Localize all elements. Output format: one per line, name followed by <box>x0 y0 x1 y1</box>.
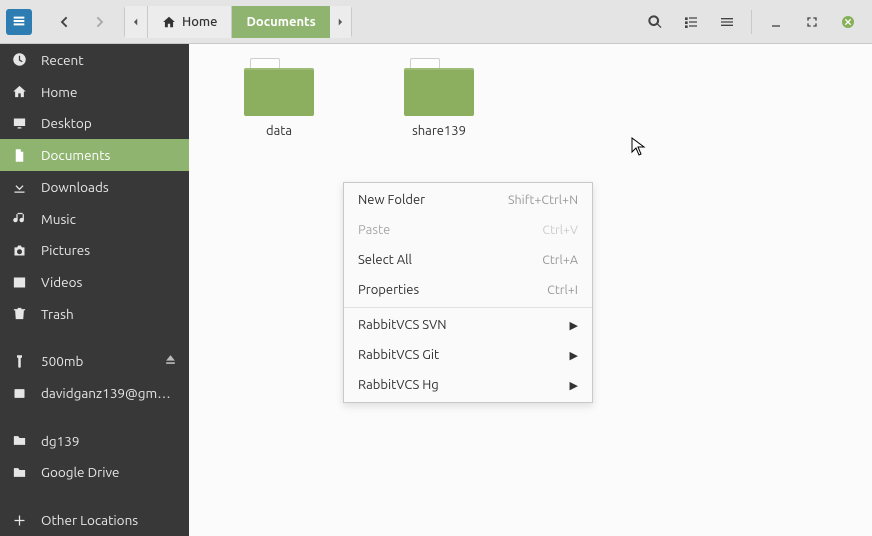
files-app-icon <box>6 9 32 35</box>
menu-rabbitvcs-git[interactable]: RabbitVCS Git ▶ <box>344 340 592 370</box>
sidebar-item-videos[interactable]: Videos <box>0 266 189 298</box>
music-icon <box>12 211 27 226</box>
trash-icon <box>12 306 27 321</box>
sidebar-item-documents[interactable]: Documents <box>0 139 189 171</box>
sidebar-item-label: dg139 <box>41 433 177 449</box>
sidebar-item-label: Home <box>41 84 177 100</box>
sidebar-item-desktop[interactable]: Desktop <box>0 107 189 139</box>
pathbar-home-label: Home <box>182 15 217 29</box>
sidebar-item-pictures[interactable]: Pictures <box>0 234 189 266</box>
sidebar-item-account[interactable]: davidganz139@gm… <box>0 377 189 409</box>
sidebar-item-label: davidganz139@gm… <box>41 385 177 401</box>
content-area[interactable]: data share139 New Folder Shift+Ctrl+N Pa… <box>189 44 872 536</box>
back-button[interactable] <box>46 6 82 38</box>
pathbar-home[interactable]: Home <box>148 6 232 38</box>
sidebar-item-label: Trash <box>41 306 177 322</box>
folder-icon <box>404 58 474 116</box>
forward-button[interactable] <box>82 6 118 38</box>
submenu-arrow-icon: ▶ <box>570 379 578 392</box>
close-button[interactable] <box>830 6 866 38</box>
account-icon <box>12 386 27 401</box>
pathbar-next[interactable] <box>330 6 352 38</box>
folder-icon <box>244 58 314 116</box>
menu-shortcut: Ctrl+V <box>542 223 578 237</box>
sidebar-item-label: Downloads <box>41 179 177 195</box>
menu-properties[interactable]: Properties Ctrl+I <box>344 275 592 305</box>
sidebar-item-label: Desktop <box>41 115 177 131</box>
clock-icon <box>12 52 27 67</box>
pathbar-current-label: Documents <box>246 15 315 29</box>
sidebar-item-label: 500mb <box>41 353 150 369</box>
toolbar: Home Documents <box>0 0 872 44</box>
home-icon <box>12 84 27 99</box>
menu-label: Properties <box>358 283 419 297</box>
menu-shortcut: Ctrl+I <box>547 283 578 297</box>
menu-rabbitvcs-svn[interactable]: RabbitVCS SVN ▶ <box>344 310 592 340</box>
folder-icon <box>12 465 27 480</box>
sidebar-item-dg[interactable]: dg139 <box>0 425 189 457</box>
menu-separator <box>344 307 592 308</box>
maximize-button[interactable] <box>794 6 830 38</box>
folder-item[interactable]: data <box>229 58 329 138</box>
pathbar: Home Documents <box>124 6 352 38</box>
folder-label: data <box>266 124 292 138</box>
camera-icon <box>12 243 27 258</box>
sidebar: Recent Home Desktop Documents Downloads … <box>0 44 189 536</box>
sidebar-item-label: Google Drive <box>41 464 177 480</box>
menu-label: Paste <box>358 223 390 237</box>
folder-item[interactable]: share139 <box>389 58 489 138</box>
menu-select-all[interactable]: Select All Ctrl+A <box>344 245 592 275</box>
plus-icon <box>12 513 27 528</box>
menu-label: Select All <box>358 253 412 267</box>
sidebar-item-label: Documents <box>41 147 177 163</box>
main: Recent Home Desktop Documents Downloads … <box>0 44 872 536</box>
menu-shortcut: Shift+Ctrl+N <box>508 193 578 207</box>
folder-label: share139 <box>412 124 466 138</box>
usb-icon <box>12 354 27 369</box>
sidebar-item-home[interactable]: Home <box>0 76 189 108</box>
sidebar-item-label: Videos <box>41 274 177 290</box>
menu-paste: Paste Ctrl+V <box>344 215 592 245</box>
sidebar-item-trash[interactable]: Trash <box>0 298 189 330</box>
folder-grid: data share139 <box>189 58 872 138</box>
sidebar-item-label: Music <box>41 211 177 227</box>
search-button[interactable] <box>637 6 673 38</box>
video-icon <box>12 275 27 290</box>
menu-label: RabbitVCS SVN <box>358 318 447 332</box>
eject-icon[interactable] <box>164 353 177 369</box>
menu-rabbitvcs-hg[interactable]: RabbitVCS Hg ▶ <box>344 370 592 400</box>
sidebar-item-recent[interactable]: Recent <box>0 44 189 76</box>
context-menu: New Folder Shift+Ctrl+N Paste Ctrl+V Sel… <box>343 182 593 403</box>
submenu-arrow-icon: ▶ <box>570 349 578 362</box>
toolbar-separator <box>751 10 752 34</box>
menu-shortcut: Ctrl+A <box>542 253 578 267</box>
pathbar-prev[interactable] <box>124 6 148 38</box>
sidebar-item-gdrive[interactable]: Google Drive <box>0 457 189 489</box>
view-toggle-button[interactable] <box>673 6 709 38</box>
menu-label: New Folder <box>358 193 425 207</box>
submenu-arrow-icon: ▶ <box>570 319 578 332</box>
document-icon <box>12 148 27 163</box>
folder-icon <box>12 433 27 448</box>
desktop-icon <box>12 116 27 131</box>
sidebar-item-label: Pictures <box>41 242 177 258</box>
menu-label: RabbitVCS Hg <box>358 378 439 392</box>
sidebar-item-label: Other Locations <box>41 512 177 528</box>
pathbar-current[interactable]: Documents <box>232 6 329 38</box>
sidebar-item-drive[interactable]: 500mb <box>0 345 189 377</box>
mouse-cursor <box>631 137 647 160</box>
menu-new-folder[interactable]: New Folder Shift+Ctrl+N <box>344 185 592 215</box>
sidebar-item-other[interactable]: Other Locations <box>0 504 189 536</box>
sidebar-item-label: Recent <box>41 52 177 68</box>
hamburger-menu-button[interactable] <box>709 6 745 38</box>
download-icon <box>12 179 27 194</box>
minimize-button[interactable] <box>758 6 794 38</box>
sidebar-item-music[interactable]: Music <box>0 203 189 235</box>
sidebar-item-downloads[interactable]: Downloads <box>0 171 189 203</box>
menu-label: RabbitVCS Git <box>358 348 439 362</box>
